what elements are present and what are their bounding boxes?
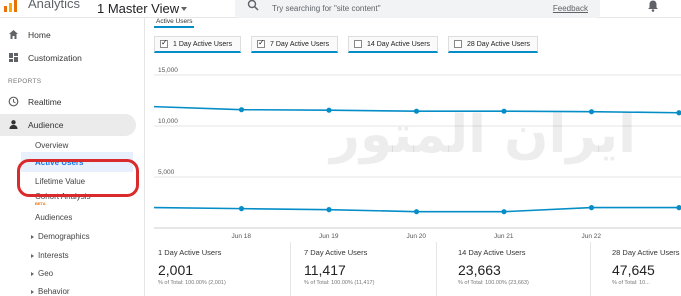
y-tick-label: 5,000 (158, 169, 175, 176)
stat-value: 11,417 (304, 262, 346, 278)
data-point[interactable] (238, 206, 245, 212)
stats-row: 1 Day Active Users 2,001 % of Total: 100… (146, 242, 681, 296)
toggle-1-day-active-users[interactable]: 1 Day Active Users (154, 36, 241, 53)
data-point[interactable] (588, 205, 595, 211)
expand-arrow-icon[interactable] (31, 254, 34, 258)
x-tick-label: Jun 18 (232, 233, 252, 240)
sidebar-item-customization[interactable]: Customization (0, 47, 140, 69)
stat-value: 23,663 (458, 262, 501, 278)
stat-label: 7 Day Active Users (304, 248, 368, 257)
toggle-label: 14 Day Active Users (367, 41, 431, 48)
sidebar-item-audience[interactable]: Audience (0, 114, 140, 136)
stat-1-day[interactable]: 1 Day Active Users 2,001 % of Total: 100… (146, 242, 291, 296)
sidebar-item-label: Audience (28, 120, 64, 130)
search-icon (247, 0, 259, 11)
y-tick-label: 15,000 (158, 67, 178, 74)
data-point[interactable] (676, 110, 681, 116)
stat-percent: % of Total: 100.00% (23,663) (458, 280, 529, 286)
stat-label: 28 Day Active Users (612, 248, 680, 257)
x-tick-label: Jun 20 (407, 233, 427, 240)
sidebar-item-realtime[interactable]: Realtime (0, 91, 140, 113)
sidebar-subitem-overview[interactable]: Overview (35, 141, 68, 150)
top-bar: Analytics 1 Master View Try searching fo… (0, 0, 681, 18)
expand-arrow-icon[interactable] (31, 290, 34, 294)
sidebar-item-home[interactable]: Home (0, 24, 140, 46)
checkbox[interactable] (257, 38, 265, 48)
sidebar-item-label: Customization (28, 53, 82, 63)
person-icon (9, 120, 18, 129)
toggle-7-day-active-users[interactable]: 7 Day Active Users (251, 36, 338, 53)
clock-icon (8, 96, 19, 107)
toggle-label: 28 Day Active Users (467, 41, 531, 48)
stat-percent: % of Total: 100.00% (11,417) (304, 280, 375, 286)
feedback-link[interactable]: Feedback (553, 4, 588, 13)
checkbox[interactable] (354, 40, 362, 48)
home-icon (9, 30, 18, 39)
toggle-28-day-active-users[interactable]: 28 Day Active Users (448, 36, 538, 53)
expand-arrow-icon[interactable] (31, 235, 34, 239)
x-tick-label: Jun 21 (494, 233, 514, 240)
sidebar-subitem-interests[interactable]: Interests (38, 251, 69, 260)
sidebar-item-label: Realtime (28, 97, 62, 107)
tab-active-users[interactable]: Active Users (154, 17, 195, 28)
stat-label: 14 Day Active Users (458, 248, 526, 257)
analytics-logo-icon (4, 0, 17, 12)
view-selector[interactable]: 1 Master View (97, 1, 179, 16)
data-point[interactable] (326, 207, 332, 213)
x-tick-label: Jun 19 (319, 233, 339, 240)
search-placeholder: Try searching for "site content" (272, 4, 381, 13)
stat-7-day[interactable]: 7 Day Active Users 11,417 % of Total: 10… (292, 242, 437, 296)
stat-label: 1 Day Active Users (158, 248, 222, 257)
toggle-14-day-active-users[interactable]: 14 Day Active Users (348, 36, 438, 53)
sidebar-subitem-demographics[interactable]: Demographics (38, 232, 90, 241)
sidebar-item-label: Home (28, 30, 51, 40)
sidebar-subitem-geo[interactable]: Geo (38, 269, 53, 278)
stat-percent: % of Total: 10... (612, 280, 650, 286)
data-point[interactable] (676, 205, 681, 211)
sidebar-subitem-audiences[interactable]: Audiences (35, 213, 72, 222)
chevron-down-icon[interactable] (181, 7, 187, 11)
watermark-text: ایران المتور (330, 105, 636, 165)
expand-arrow-icon[interactable] (31, 272, 34, 276)
stat-28-day[interactable]: 28 Day Active Users 47,645 % of Total: 1… (600, 242, 681, 296)
reports-section-label: REPORTS (8, 78, 42, 85)
app-title: Analytics (28, 0, 81, 11)
data-point[interactable] (238, 107, 245, 113)
x-tick-label: Jun 22 (582, 233, 602, 240)
sidebar-subitem-behavior[interactable]: Behavior (38, 287, 70, 296)
stat-value: 2,001 (158, 262, 194, 278)
checkbox[interactable] (454, 40, 462, 48)
data-point[interactable] (501, 209, 507, 215)
stat-percent: % of Total: 100.00% (2,001) (158, 280, 226, 286)
data-point[interactable] (413, 209, 420, 215)
beta-badge: BETA (35, 201, 46, 206)
stat-14-day[interactable]: 14 Day Active Users 23,663 % of Total: 1… (446, 242, 591, 296)
bell-icon[interactable] (647, 0, 659, 12)
dashboard-icon (9, 53, 18, 62)
highlight-annotation (17, 159, 139, 197)
toggle-label: 1 Day Active Users (173, 41, 233, 48)
stat-value: 47,645 (612, 262, 655, 278)
sidebar: Home Customization REPORTS Realtime Audi… (0, 18, 145, 296)
toggle-label: 7 Day Active Users (270, 41, 330, 48)
search-input[interactable]: Try searching for "site content" Feedbac… (235, 0, 600, 18)
y-tick-label: 10,000 (158, 118, 178, 125)
checkbox[interactable] (160, 38, 168, 48)
